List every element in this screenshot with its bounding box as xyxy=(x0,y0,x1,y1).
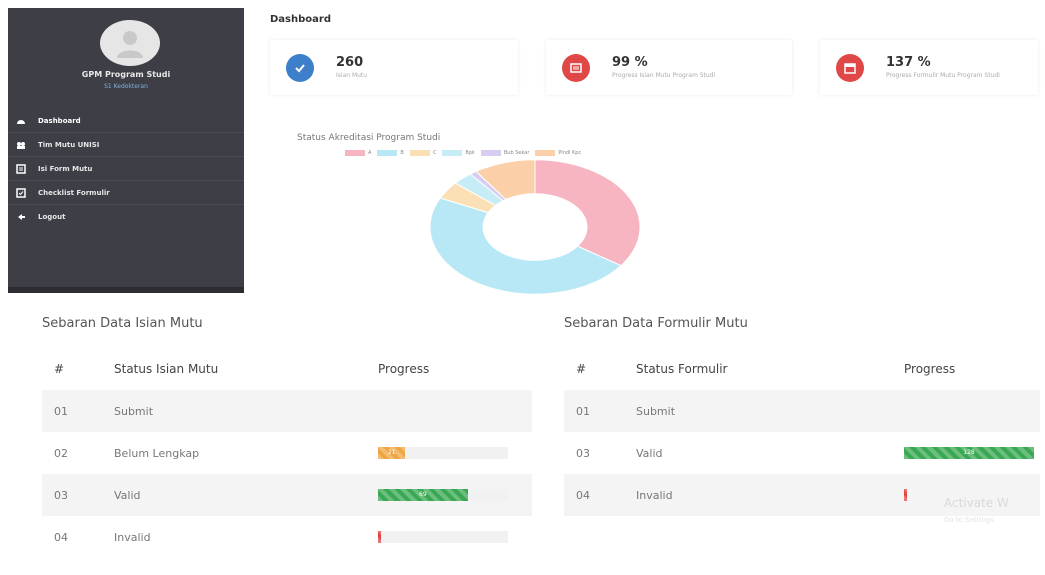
progress-bar: 21 xyxy=(378,447,508,459)
table-row: 02 Belum Lengkap 21 xyxy=(42,432,532,474)
legend-item[interactable]: Bpk xyxy=(442,150,475,156)
progress-bar xyxy=(378,531,508,543)
legend-item[interactable]: B xyxy=(377,150,404,156)
sidebar-item-label: Dashboard xyxy=(38,116,81,125)
chart-title: Status Akreditasi Program Studi xyxy=(297,133,441,143)
table-isian-title: Sebaran Data Isian Mutu xyxy=(42,316,203,331)
sidebar-item-dashboard[interactable]: Dashboard xyxy=(8,109,244,133)
stat-label: Progress Isian Mutu Program Studi xyxy=(612,72,716,79)
avatar[interactable] xyxy=(100,20,160,66)
user-icon xyxy=(117,31,143,58)
sidebar-nav: Dashboard Tim Mutu UNISI Isi Form Mutu C… xyxy=(8,109,244,229)
stat-card-isian: 260 Isian Mutu xyxy=(270,40,518,95)
legend-item[interactable]: Bub Sekar xyxy=(480,150,529,156)
sidebar-item-label: Tim Mutu UNISI xyxy=(38,140,100,149)
progress-bar xyxy=(904,405,1034,417)
profile-name: GPM Program Studi xyxy=(81,70,171,79)
sidebar-item-tim-mutu[interactable]: Tim Mutu UNISI xyxy=(8,133,244,157)
progress-bar: 128 xyxy=(904,447,1034,459)
legend-item[interactable]: A xyxy=(345,150,371,156)
legend-item[interactable]: Pindi Kpc xyxy=(535,150,581,156)
table-isian: # Status Isian Mutu Progress 01 Submit 0… xyxy=(42,348,532,558)
legend-item[interactable]: C xyxy=(409,150,436,156)
check-icon xyxy=(286,53,314,82)
table-formulir-title: Sebaran Data Formulir Mutu xyxy=(564,316,748,331)
checklist-icon xyxy=(16,187,26,198)
sidebar-item-checklist[interactable]: Checklist Formulir xyxy=(8,181,244,205)
sidebar-item-label: Checklist Formulir xyxy=(38,188,110,197)
logout-icon xyxy=(18,214,25,220)
table-header: # Status Isian Mutu Progress xyxy=(54,362,430,376)
sidebar-item-logout[interactable]: Logout xyxy=(8,205,244,229)
stat-label: Progress Formulir Mutu Program Studi xyxy=(886,72,1000,79)
chart-icon xyxy=(562,53,590,82)
activation-watermark-sub: Go to Settings xyxy=(944,516,994,524)
stat-label: Isian Mutu xyxy=(336,72,368,79)
users-icon xyxy=(17,141,25,149)
table-formulir: # Status Formulir Progress 01 Submit 03 … xyxy=(564,348,1040,516)
chart-legend: A B C Bpk Bub Sekar Pindi Kpc xyxy=(345,150,581,156)
stat-value: 137 % xyxy=(886,55,931,70)
page-title: Dashboard xyxy=(270,14,331,25)
donut-chart xyxy=(429,160,641,295)
sidebar-item-label: Logout xyxy=(38,213,66,221)
sidebar-item-label: Isi Form Mutu xyxy=(38,164,93,173)
progress-bar xyxy=(378,405,508,417)
dashboard-icon xyxy=(17,119,25,124)
stat-card-progress-formulir: 137 % Progress Formulir Mutu Program Stu… xyxy=(820,40,1038,95)
stat-value: 260 xyxy=(336,55,364,70)
sidebar-item-isi-form[interactable]: Isi Form Mutu xyxy=(8,157,244,181)
table-row: 04 Invalid xyxy=(42,516,532,558)
table-row: 01 Submit xyxy=(42,390,532,432)
sidebar: GPM Program Studi S1 Kedokteran Dashboar… xyxy=(8,8,244,293)
donut-slice[interactable] xyxy=(534,160,641,267)
calendar-icon xyxy=(836,53,864,82)
table-row: 03 Valid 128 xyxy=(564,432,1040,474)
activation-watermark: Activate W xyxy=(944,496,1009,510)
stat-value: 99 % xyxy=(612,55,648,70)
table-row: 03 Valid 69 xyxy=(42,474,532,516)
table-header: # Status Formulir Progress xyxy=(576,362,956,376)
progress-bar: 69 xyxy=(378,489,508,501)
stat-card-progress-isian: 99 % Progress Isian Mutu Program Studi xyxy=(546,40,792,95)
profile-subtitle: S1 Kedokteran xyxy=(104,83,148,90)
table-row: 01 Submit xyxy=(564,390,1040,432)
form-icon xyxy=(16,163,26,174)
